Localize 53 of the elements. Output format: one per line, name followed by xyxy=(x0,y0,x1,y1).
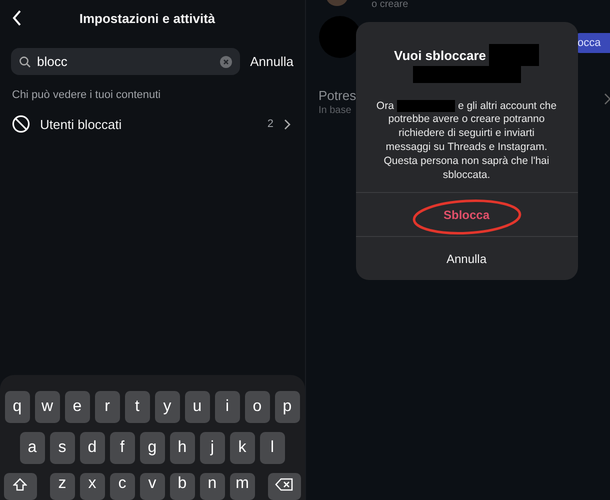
menu-item-label[interactable]: Utenti bloccati xyxy=(40,116,258,132)
keyboard-key[interactable]: d xyxy=(80,432,105,464)
back-icon[interactable] xyxy=(12,10,22,26)
caption-text: o creare xyxy=(372,0,408,10)
keyboard-key[interactable]: f xyxy=(110,432,135,464)
dialog-message: potrebbe avere o creare potranno richiedere di seguirti e inviarti messaggi su Threads e Instagram. Questa persona non saprà che l'hai sbloccata. xyxy=(382,112,550,182)
block-icon xyxy=(12,115,30,133)
keyboard-key[interactable]: q xyxy=(4,391,30,423)
keyboard-key[interactable]: r xyxy=(94,391,120,423)
dialog-action-button[interactable]: Sblocca xyxy=(356,192,578,236)
shift-key[interactable] xyxy=(4,473,37,500)
avatar xyxy=(318,16,360,58)
shift-icon xyxy=(13,478,28,492)
keyboard-key[interactable]: v xyxy=(140,473,165,500)
keyboard-key[interactable]: t xyxy=(124,391,150,423)
keyboard-key[interactable]: k xyxy=(230,432,255,464)
search-field[interactable]: blocc xyxy=(11,48,240,75)
chevron-icon xyxy=(604,93,610,105)
clear-icon[interactable] xyxy=(220,56,232,68)
page-title: Impostazioni e attività xyxy=(78,10,216,26)
keyboard-key[interactable]: j xyxy=(200,432,225,464)
keyboard-key[interactable]: s xyxy=(50,432,75,464)
section-heading: Chi può vedere i tuoi contenuti xyxy=(11,88,162,101)
keyboard-key[interactable]: e xyxy=(64,391,90,423)
chevron-icon xyxy=(284,118,290,130)
backspace-icon xyxy=(275,478,294,491)
keyboard-key[interactable]: b xyxy=(170,473,195,500)
keyboard-key[interactable]: a xyxy=(20,432,45,464)
keyboard-key[interactable]: l xyxy=(260,432,285,464)
keyboard-key[interactable]: n xyxy=(200,473,225,500)
keyboard-key[interactable]: c xyxy=(110,473,135,500)
keyboard-key[interactable]: z xyxy=(50,473,75,500)
keyboard-key[interactable]: x xyxy=(80,473,105,500)
dialog-action-button[interactable]: Annulla xyxy=(356,236,578,280)
search-icon xyxy=(19,56,31,68)
keyboard-key[interactable]: g xyxy=(140,432,165,464)
dialog-text: Ora xyxy=(376,100,394,112)
backspace-key[interactable] xyxy=(268,473,301,500)
item-count: 2 xyxy=(267,118,274,130)
dialog-text: e gli altri account che xyxy=(458,100,557,112)
keyboard-key[interactable]: u xyxy=(184,391,210,423)
row-subtitle: In base xyxy=(318,105,352,116)
keyboard-key[interactable]: i xyxy=(214,391,240,423)
keyboard-key[interactable]: w xyxy=(34,391,60,423)
row-title: Potres xyxy=(318,88,356,103)
keyboard-key[interactable]: p xyxy=(274,391,300,423)
dialog-title: Vuoi sbloccare xyxy=(394,48,486,62)
keyboard-key[interactable]: o xyxy=(244,391,270,423)
redaction-bar xyxy=(396,100,455,112)
keyboard-key[interactable]: y xyxy=(154,391,180,423)
keyboard-key[interactable]: h xyxy=(170,432,195,464)
cancel-button[interactable]: Annulla xyxy=(250,54,294,69)
keyboard-key[interactable]: m xyxy=(230,473,255,500)
